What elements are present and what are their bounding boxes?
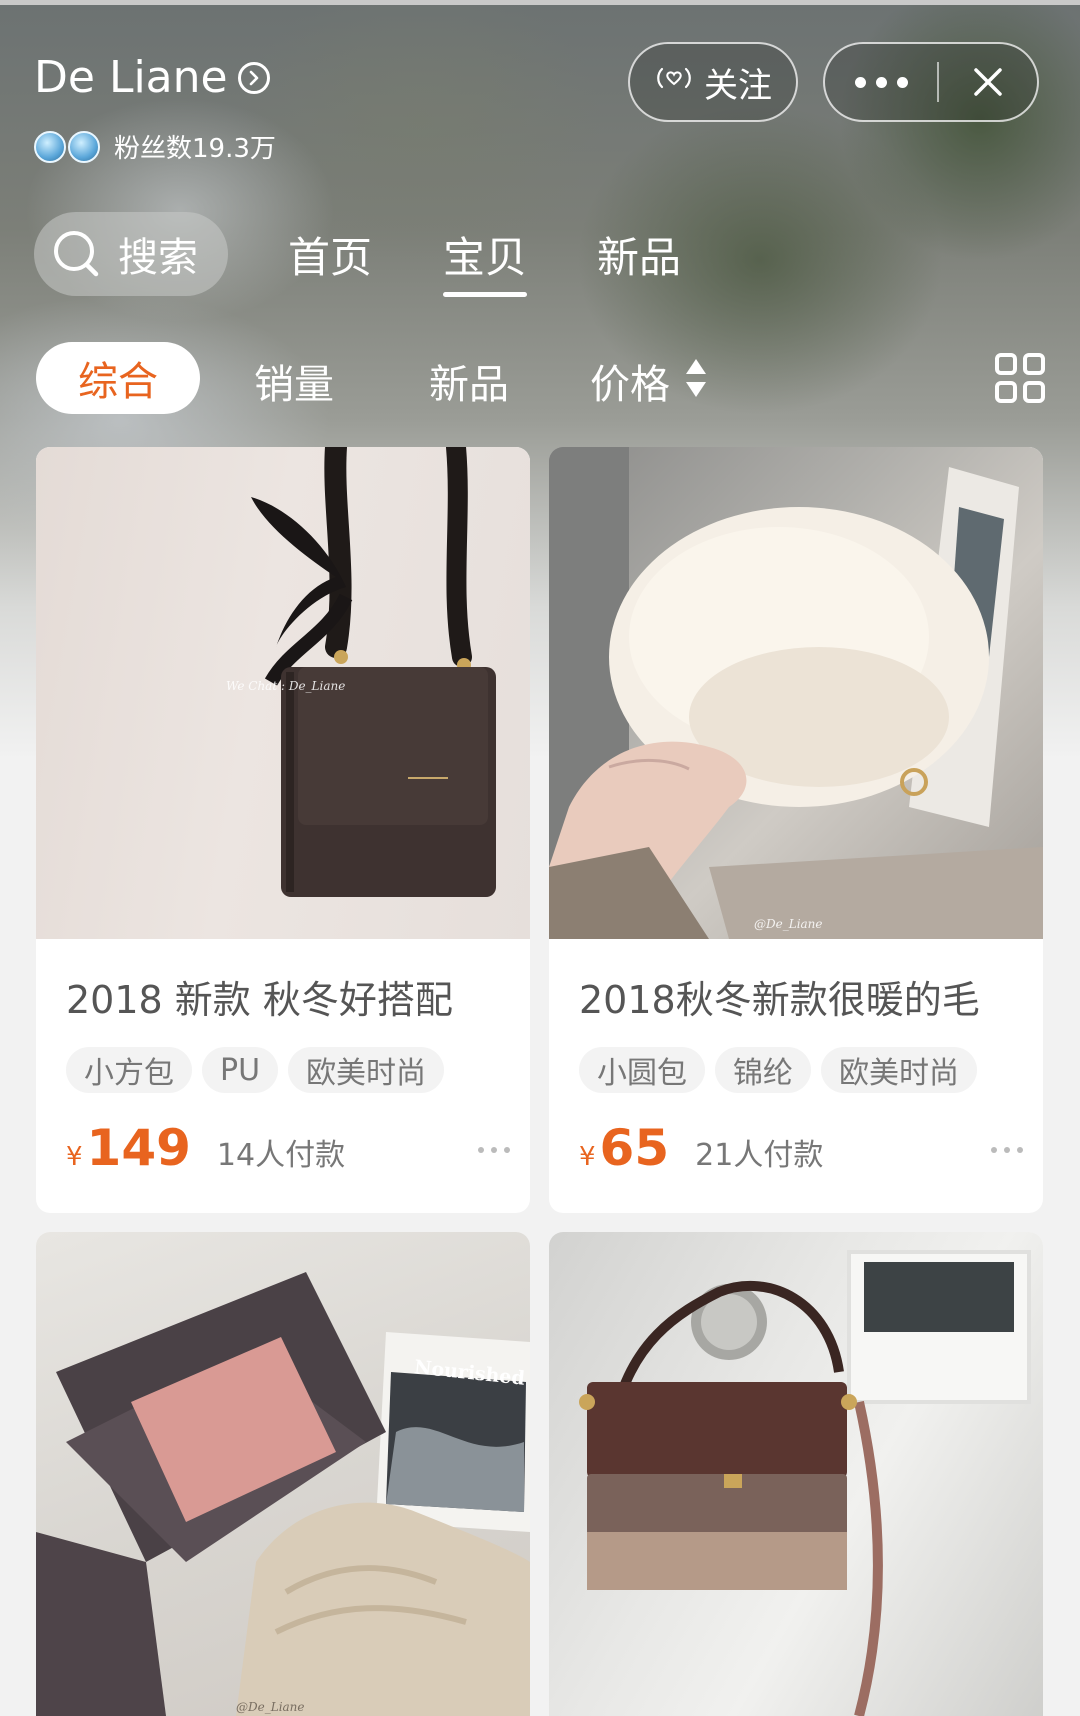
search-icon [50,226,106,282]
product-card[interactable]: We Chat : De_Liane 2018 新款 秋冬好搭配 小方包 PU … [36,447,530,1213]
product-image: We Chat : De_Liane [36,447,530,939]
chevron-right-icon [237,61,270,94]
sort-new[interactable]: 新品 [429,352,509,410]
price-row: ¥ 65 21人付款 [579,1119,823,1177]
price-row: ¥ 149 14人付款 [66,1119,345,1177]
product-title: 2018秋冬新款很暖的毛 [579,978,980,1022]
store-name[interactable]: De Liane [34,52,270,103]
sold-count: 21人付款 [695,1138,824,1173]
product-price: 65 [599,1119,670,1177]
close-icon[interactable] [939,44,1037,120]
product-tag: 欧美时尚 [288,1047,445,1093]
grid-view-icon[interactable] [994,352,1046,404]
search-label: 搜索 [118,235,198,281]
crown-badge-icon [34,130,100,163]
product-tag: 小圆包 [579,1047,705,1093]
broadcast-heart-icon [654,62,694,102]
image-watermark: @De_Liane [754,917,823,931]
sort-arrows-icon[interactable] [684,357,708,399]
product-image: @De_Liane [549,447,1043,939]
tab-home[interactable]: 首页 [288,224,372,285]
product-image [549,1232,1043,1716]
product-card[interactable]: Nourished @De_Liane [36,1232,530,1716]
fans-count: 粉丝数19.3万 [34,128,276,165]
mini-program-capsule [823,42,1039,122]
product-card[interactable]: @De_Liane 2018秋冬新款很暖的毛 小圆包 锦纶 欧美时尚 ¥ 65 … [549,447,1043,1213]
more-options-icon[interactable] [991,1147,1023,1153]
product-tag: 小方包 [66,1047,192,1093]
sort-comprehensive[interactable]: 综合 [36,342,200,414]
store-name-text: De Liane [34,52,228,103]
product-price: 149 [86,1119,191,1177]
sort-sales[interactable]: 销量 [254,352,334,410]
more-options-icon[interactable] [478,1147,510,1153]
sort-price[interactable]: 价格 [590,352,670,410]
product-tag: PU [202,1047,279,1093]
tab-new-arrivals[interactable]: 新品 [597,224,681,285]
product-tags: 小方包 PU 欧美时尚 [66,1047,445,1093]
fans-label: 粉丝数19.3万 [114,134,276,164]
product-tag: 锦纶 [715,1047,811,1093]
product-tag: 欧美时尚 [821,1047,977,1093]
search-button[interactable]: 搜索 [34,212,228,296]
image-watermark: @De_Liane [236,1700,305,1714]
product-tags: 小圆包 锦纶 欧美时尚 [579,1047,977,1093]
product-card[interactable] [549,1232,1043,1716]
follow-label: 关注 [704,65,772,106]
currency-symbol: ¥ [579,1142,596,1172]
status-bar-edge [0,0,1080,5]
currency-symbol: ¥ [66,1142,83,1172]
tab-products[interactable]: 宝贝 [443,224,528,297]
product-title: 2018 新款 秋冬好搭配 [66,978,453,1022]
more-icon[interactable] [825,44,937,120]
sold-count: 14人付款 [216,1138,346,1173]
product-image: Nourished @De_Liane [36,1232,530,1716]
image-watermark: We Chat : De_Liane [226,679,346,693]
follow-button[interactable]: 关注 [628,42,798,122]
